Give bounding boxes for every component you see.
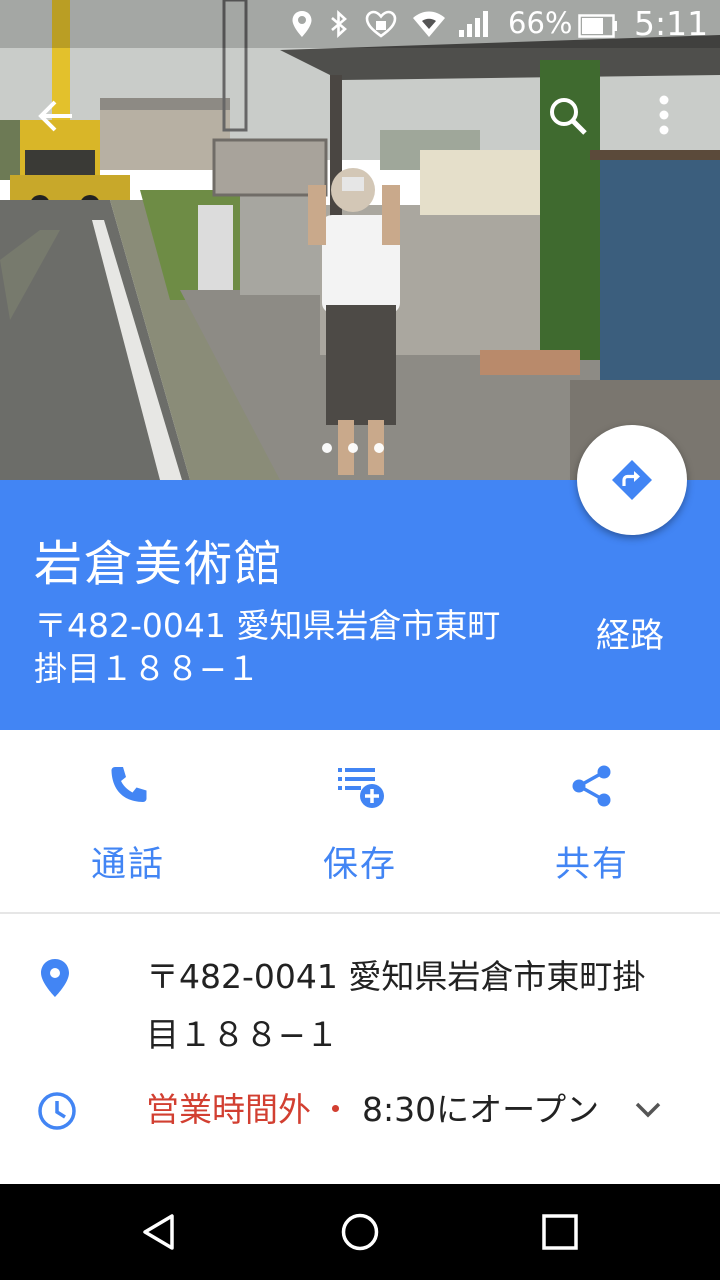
hours-next-open: 8:30にオープン [362,1090,600,1129]
directions-button[interactable] [577,425,687,535]
detail-address-line: 〒482-0041 愛知県岩倉市東町掛 [146,957,646,996]
place-pin-icon [41,959,69,997]
directions-icon [612,460,652,500]
share-button[interactable]: 共有 [472,730,712,912]
directions-label[interactable]: 経路 [596,608,664,657]
call-button[interactable]: 通話 [8,730,248,912]
nav-back-icon[interactable] [136,1208,184,1256]
place-address: 〒482-0041 愛知県岩倉市東町 掛目１８８−１ [34,604,554,690]
page-dot [322,443,332,453]
page-dot [348,443,358,453]
battery-percentage: 66% [508,6,573,40]
more-vert-icon[interactable] [636,88,692,144]
system-nav-bar [0,1184,720,1280]
address-line: 掛目１８８−１ [34,649,260,688]
hours-separator: ・ [319,1090,352,1129]
nav-recents-icon[interactable] [536,1208,584,1256]
wifi-icon [413,11,445,37]
photo-page-indicator [322,438,400,457]
detail-address: 〒482-0041 愛知県岩倉市東町掛 目１８８−１ [146,948,686,1064]
action-row: 通話 保存 共有 [0,730,720,914]
place-photo[interactable]: 66% 5:11 [0,0,720,480]
address-line: 〒482-0041 愛知県岩倉市東町 [34,606,501,645]
back-arrow-icon[interactable] [28,88,84,144]
call-label: 通話 [90,845,165,885]
location-icon [292,11,312,37]
save-button[interactable]: 保存 [240,730,480,912]
nav-home-icon[interactable] [336,1208,384,1256]
share-label: 共有 [554,845,629,885]
share-icon [572,765,611,807]
hours-status: 営業時間外 [146,1090,311,1129]
hours-text: 営業時間外・ 8:30にオープン [146,1082,626,1138]
clock: 5:11 [634,4,709,43]
save-list-icon [338,768,384,808]
chevron-down-icon[interactable] [630,1096,666,1124]
detail-address-line: 目１８８−１ [146,1015,339,1054]
street-view-photo [0,0,720,480]
place-title: 岩倉美術館 [34,536,285,592]
clock-icon [38,1092,76,1130]
signal-icon [459,11,488,37]
status-bar: 66% 5:11 [0,0,720,48]
phone-icon [111,767,147,802]
bluetooth-icon [331,10,347,38]
security-icon [365,10,397,38]
battery-icon [578,14,617,38]
save-label: 保存 [322,845,397,885]
search-icon[interactable] [540,88,596,144]
page-dot [374,443,384,453]
